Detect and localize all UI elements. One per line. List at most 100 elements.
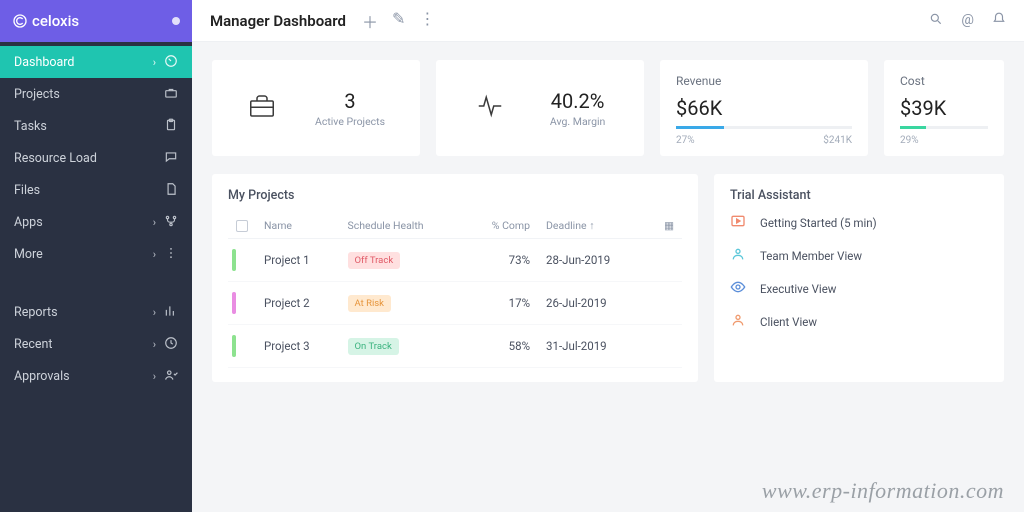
assistant-item[interactable]: Getting Started (5 min) — [730, 213, 988, 232]
mention-icon[interactable]: @ — [961, 12, 974, 30]
trial-assistant-panel: Trial Assistant Getting Started (5 min) T… — [714, 174, 1004, 382]
more-icon[interactable]: ⋮ — [419, 9, 435, 33]
branch-icon — [164, 214, 178, 231]
chevron-right-icon: › — [153, 306, 156, 319]
columns-icon[interactable]: ▦ — [664, 219, 674, 232]
project-deadline: 31-Jul-2019 — [538, 325, 647, 368]
edit-icon[interactable]: ✎ — [392, 9, 405, 33]
chevron-right-icon: › — [153, 338, 156, 351]
revenue-value: $66K — [676, 96, 852, 120]
assistant-icon — [730, 312, 746, 331]
health-badge: At Risk — [348, 295, 391, 312]
revenue-pct: 27% — [676, 135, 695, 146]
avg-margin-value: 40.2% — [550, 89, 605, 113]
active-projects-count: 3 — [315, 89, 385, 113]
clipboard-icon — [164, 118, 178, 135]
sidebar-item-recent[interactable]: Recent › — [0, 328, 192, 360]
revenue-card: Revenue $66K 27% $241K — [660, 60, 868, 156]
brand-logo[interactable]: celoxis — [12, 12, 79, 30]
sidebar: celoxis Dashboard›ProjectsTasksResource … — [0, 0, 192, 512]
bell-icon[interactable] — [992, 12, 1006, 30]
sidebar-item-projects[interactable]: Projects — [0, 78, 192, 110]
sidebar-item-reports[interactable]: Reports › — [0, 296, 192, 328]
sidebar-item-label: Projects — [14, 87, 60, 102]
gauge-icon — [164, 54, 178, 71]
table-row[interactable]: Project 1 Off Track 73%28-Jun-2019 — [228, 239, 682, 282]
project-name: Project 3 — [256, 325, 340, 368]
status-bar-icon — [232, 292, 236, 314]
col-health[interactable]: Schedule Health — [340, 213, 465, 239]
add-icon[interactable]: ＋ — [362, 9, 378, 33]
assistant-item[interactable]: Client View — [730, 312, 988, 331]
sidebar-item-files[interactable]: Files — [0, 174, 192, 206]
project-name: Project 1 — [256, 239, 340, 282]
message-icon — [164, 150, 178, 167]
my-projects-title: My Projects — [228, 188, 682, 203]
assistant-icon — [730, 213, 746, 232]
project-deadline: 28-Jun-2019 — [538, 239, 647, 282]
briefcase-icon — [164, 86, 178, 103]
sidebar-item-tasks[interactable]: Tasks — [0, 110, 192, 142]
projects-table: Name Schedule Health % Comp Deadline ↑ ▦… — [228, 213, 682, 368]
briefcase-icon — [247, 91, 277, 125]
chevron-right-icon: › — [153, 370, 156, 383]
brand-name: celoxis — [32, 12, 79, 30]
pulse-icon — [475, 91, 505, 125]
sidebar-item-dashboard[interactable]: Dashboard› — [0, 46, 192, 78]
sidebar-item-label: Dashboard — [14, 55, 74, 70]
cost-pct: 29% — [900, 135, 919, 146]
project-comp: 58% — [464, 325, 538, 368]
sidebar-item-label: Reports — [14, 305, 58, 320]
user-check-icon — [164, 368, 178, 385]
sidebar-item-label: Files — [14, 183, 40, 198]
my-projects-panel: My Projects Name Schedule Health % Comp … — [212, 174, 698, 382]
watermark-text: www.erp-information.com — [762, 478, 1004, 504]
file-icon — [164, 182, 178, 199]
col-name[interactable]: Name — [256, 213, 340, 239]
status-bar-icon — [232, 249, 236, 271]
clock-icon — [164, 336, 178, 353]
sidebar-item-approvals[interactable]: Approvals› — [0, 360, 192, 392]
topbar: Manager Dashboard ＋ ✎ ⋮ @ — [192, 0, 1024, 42]
sidebar-item-resource-load[interactable]: Resource Load — [0, 142, 192, 174]
sidebar-item-label: Resource Load — [14, 151, 97, 166]
assistant-item[interactable]: Executive View — [730, 279, 988, 298]
project-deadline: 26-Jul-2019 — [538, 282, 647, 325]
health-badge: Off Track — [348, 252, 401, 269]
sort-asc-icon: ↑ — [589, 219, 594, 232]
status-bar-icon — [232, 335, 236, 357]
assistant-label: Team Member View — [760, 249, 862, 263]
revenue-label: Revenue — [676, 74, 852, 88]
status-dot-icon — [172, 17, 180, 25]
table-row[interactable]: Project 2 At Risk 17%26-Jul-2019 — [228, 282, 682, 325]
chart-icon — [164, 304, 178, 321]
sidebar-item-label: More — [14, 247, 43, 262]
sidebar-item-label: Apps — [14, 215, 43, 230]
sidebar-item-label: Tasks — [14, 119, 47, 134]
assistant-label: Executive View — [760, 282, 836, 296]
table-row[interactable]: Project 3 On Track 58%31-Jul-2019 — [228, 325, 682, 368]
cost-card: Cost $39K 29% — [884, 60, 1004, 156]
assistant-label: Client View — [760, 315, 817, 329]
active-projects-card: 3 Active Projects — [212, 60, 420, 156]
col-deadline[interactable]: Deadline ↑ — [538, 213, 647, 239]
sidebar-item-more[interactable]: More › — [0, 238, 192, 270]
dots-icon — [164, 246, 178, 263]
health-badge: On Track — [348, 338, 399, 355]
cost-label: Cost — [900, 74, 988, 88]
trial-assistant-title: Trial Assistant — [730, 188, 988, 203]
search-icon[interactable] — [929, 12, 943, 30]
assistant-label: Getting Started (5 min) — [760, 216, 877, 230]
project-comp: 17% — [464, 282, 538, 325]
cost-value: $39K — [900, 96, 988, 120]
project-comp: 73% — [464, 239, 538, 282]
page-title: Manager Dashboard — [210, 12, 346, 30]
assistant-item[interactable]: Team Member View — [730, 246, 988, 265]
select-all-checkbox[interactable] — [236, 220, 248, 232]
sidebar-item-apps[interactable]: Apps › — [0, 206, 192, 238]
chevron-right-icon: › — [153, 216, 156, 229]
chevron-right-icon: › — [153, 248, 156, 261]
col-comp[interactable]: % Comp — [464, 213, 538, 239]
project-name: Project 2 — [256, 282, 340, 325]
sidebar-item-label: Recent — [14, 337, 53, 352]
